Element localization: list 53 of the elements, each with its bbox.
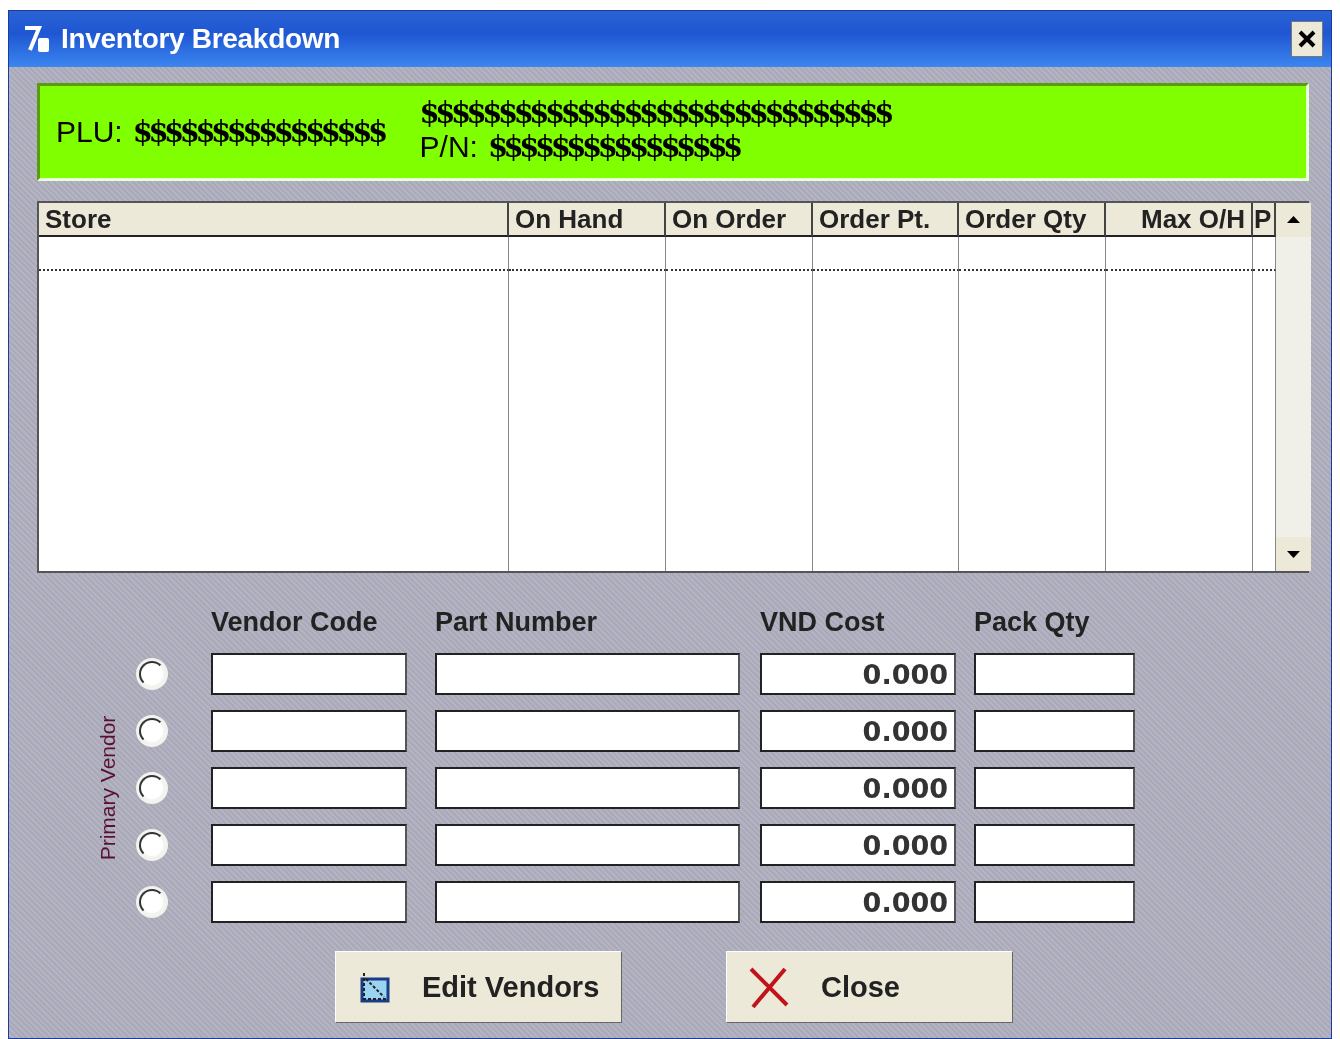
close-icon (747, 965, 791, 1009)
radio-button[interactable] (139, 661, 165, 687)
radio-button[interactable] (139, 775, 165, 801)
input-field[interactable] (974, 881, 1135, 923)
close-button[interactable]: Close (726, 951, 1013, 1023)
input-field[interactable] (435, 767, 740, 809)
plu-label: PLU: (56, 115, 123, 148)
radio-button[interactable] (139, 889, 165, 915)
column-header[interactable]: Order Pt. (813, 203, 959, 237)
input-field[interactable]: 0.000 (760, 881, 956, 923)
part-number-value: $$$$$$$$$$$$$$$$ (487, 129, 739, 164)
plu-value: $$$$$$$$$$$$$$$$ (132, 115, 384, 149)
window-title: Inventory Breakdown (61, 23, 342, 55)
column-header[interactable]: Max O/H (1106, 203, 1253, 237)
column-header[interactable]: P (1253, 203, 1276, 237)
item-description: $$$$$$$$$$$$$$$$$$$$$$$$$$$$$$ (419, 95, 890, 130)
input-field[interactable] (211, 767, 407, 809)
column-header[interactable]: On Hand (509, 203, 666, 237)
column-header[interactable]: Store (39, 203, 509, 237)
radio-button[interactable] (139, 718, 165, 744)
scroll-up-icon[interactable] (1276, 203, 1311, 237)
input-field[interactable] (435, 710, 740, 752)
radio-button[interactable] (139, 832, 165, 858)
column-header: Pack Qty (974, 607, 1091, 638)
input-field[interactable] (435, 824, 740, 866)
input-field[interactable] (974, 710, 1135, 752)
input-field[interactable] (211, 824, 407, 866)
input-field[interactable] (974, 824, 1135, 866)
app-icon (23, 24, 51, 54)
input-field[interactable]: 0.000 (760, 710, 956, 752)
scrollbar[interactable] (1276, 203, 1311, 571)
input-field[interactable] (974, 653, 1135, 695)
table-cell (1253, 237, 1276, 271)
part-number-label: P/N: (419, 129, 478, 163)
input-field[interactable] (211, 881, 407, 923)
column-header[interactable]: Order Qty (959, 203, 1106, 237)
close-icon (1298, 30, 1316, 48)
scroll-down-icon[interactable] (1276, 537, 1311, 571)
column-header: Part Number (435, 607, 599, 638)
input-field[interactable]: 0.000 (760, 824, 956, 866)
input-field[interactable] (211, 710, 407, 752)
edit-vendors-button[interactable]: Edit Vendors (335, 951, 622, 1023)
input-field[interactable] (211, 653, 407, 695)
column-header[interactable]: On Order (666, 203, 813, 237)
column-header: Vendor Code (211, 607, 379, 638)
close-button[interactable] (1291, 21, 1323, 57)
input-field[interactable]: 0.000 (760, 767, 956, 809)
column-header: VND Cost (760, 607, 886, 638)
input-field[interactable] (435, 881, 740, 923)
input-field[interactable] (435, 653, 740, 695)
input-field[interactable]: 0.000 (760, 653, 956, 695)
primary-vendor-label: Primary Vendor (96, 715, 120, 861)
input-field[interactable] (974, 767, 1135, 809)
